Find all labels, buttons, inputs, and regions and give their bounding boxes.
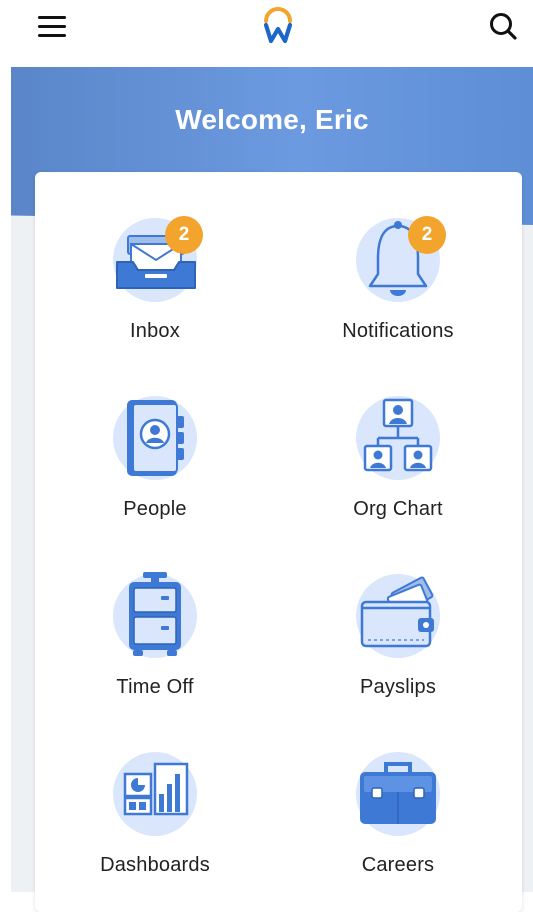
app-tile-org-chart[interactable]: Org Chart [278,350,518,520]
top-bar [0,0,533,60]
app-label: Notifications [342,320,454,342]
org-chart-icon [363,398,433,472]
app-label: Payslips [359,676,437,698]
search-icon[interactable] [487,10,519,42]
app-tile-payslips[interactable]: Payslips [278,528,518,698]
app-label: Dashboards [100,854,210,876]
apps-card: 2 Inbox 2 Notifications People Org Chart… [35,172,522,912]
app-tile-notifications[interactable]: 2 Notifications [278,172,518,342]
menu-button[interactable] [38,14,68,40]
app-tile-careers[interactable]: Careers [278,706,518,876]
welcome-title: Welcome, Eric [175,104,369,135]
app-label: People [123,498,187,520]
app-tile-inbox[interactable]: 2 Inbox [35,172,275,342]
app-tile-people[interactable]: People [35,350,275,520]
hamburger-icon-line [38,16,66,19]
app-tile-time-off[interactable]: Time Off [35,528,275,698]
workday-logo-icon[interactable] [258,6,298,46]
dashboard-icon [123,762,189,816]
briefcase-icon [360,762,436,824]
app-tile-dashboards[interactable]: Dashboards [35,706,275,876]
app-label: Time Off [116,676,194,698]
app-label: Careers [361,854,435,876]
hamburger-icon-line [38,34,66,37]
address-book-icon [127,400,184,476]
notifications-badge: 2 [408,216,446,254]
suitcase-icon [129,572,181,656]
app-label: Org Chart [353,498,443,520]
inbox-badge: 2 [165,216,203,254]
app-label: Inbox [130,320,180,342]
hamburger-icon-line [38,25,66,28]
wallet-icon [360,576,434,648]
